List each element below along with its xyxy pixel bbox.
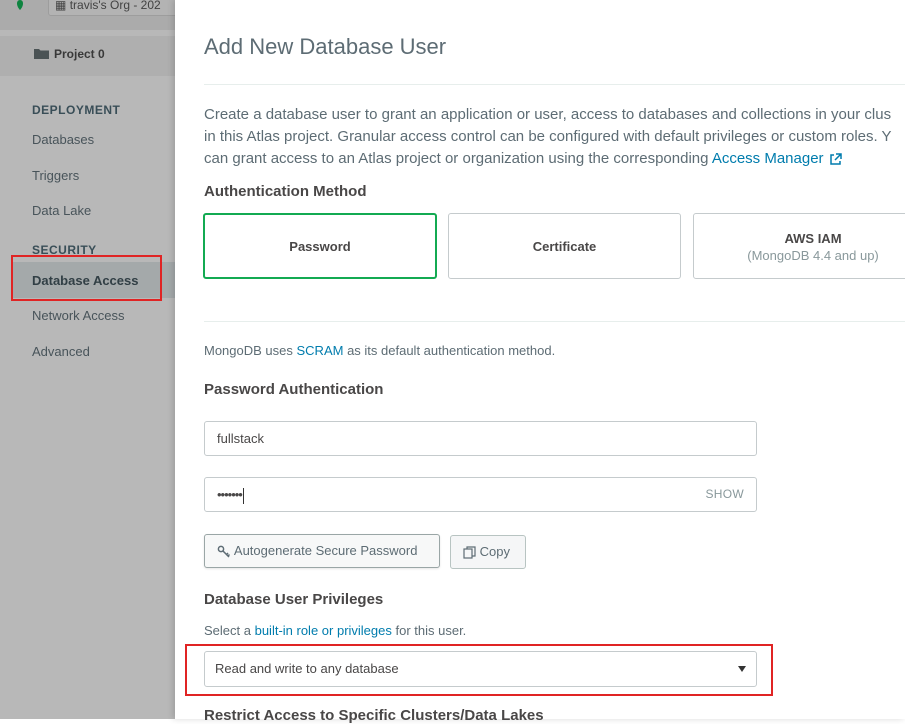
scram-note: MongoDB uses SCRAM as its default authen… (204, 343, 555, 358)
title-divider (204, 84, 905, 85)
autogenerate-password-button[interactable]: Autogenerate Secure Password (204, 534, 440, 568)
auth-divider (204, 321, 905, 322)
sidebar-item-databases[interactable]: Databases (32, 132, 94, 147)
external-link-icon (829, 152, 842, 165)
restrict-access-heading: Restrict Access to Specific Clusters/Dat… (204, 707, 544, 724)
description-line-2: in this Atlas project. Granular access c… (204, 128, 892, 145)
password-field[interactable]: ••••••• SHOW (204, 477, 757, 512)
folder-icon (34, 49, 49, 59)
deployment-heading: DEPLOYMENT (32, 103, 121, 117)
auth-option-password[interactable]: Password (203, 213, 437, 279)
org-selector-label: travis's Org - 202 (69, 0, 161, 12)
scram-note-suffix: as its default authentication method. (343, 343, 556, 358)
username-field[interactable]: fullstack (204, 421, 757, 456)
left-sidebar: ▦ travis's Org - 202 Project 0 DEPLOYMEN… (0, 0, 188, 719)
password-value: ••••••• (217, 487, 243, 502)
sidebar-item-network-access[interactable]: Network Access (32, 308, 124, 323)
auth-option-aws-iam-label: AWS IAM (784, 231, 842, 246)
auth-option-certificate-label: Certificate (532, 239, 597, 254)
auth-method-heading: Authentication Method (204, 183, 367, 200)
privileges-note-suffix: for this user. (391, 623, 467, 638)
access-manager-link[interactable]: Access Manager (712, 150, 843, 167)
description-line-3: can grant access to an Atlas project or … (204, 148, 905, 170)
sidebar-item-advanced[interactable]: Advanced (32, 344, 90, 359)
description-line-1: Create a database user to grant an appli… (204, 106, 892, 123)
built-in-role-link[interactable]: built-in role or privileges (255, 623, 392, 638)
sidebar-item-data-lake[interactable]: Data Lake (32, 203, 91, 218)
auth-option-password-label: Password (289, 239, 351, 254)
access-manager-link-label: Access Manager (711, 150, 824, 167)
mongodb-leaf-icon (17, 0, 23, 10)
top-bar: ▦ travis's Org - 202 (0, 0, 188, 30)
key-icon (217, 545, 231, 558)
sidebar-item-triggers[interactable]: Triggers (32, 168, 79, 183)
autogenerate-password-label: Autogenerate Secure Password (233, 543, 418, 558)
copy-password-label: Copy (479, 544, 510, 559)
auth-option-certificate[interactable]: Certificate (448, 213, 681, 279)
description-line-3-text: can grant access to an Atlas project or … (204, 150, 712, 167)
show-password-button[interactable]: SHOW (705, 478, 744, 511)
role-select-value: Read and write to any database (215, 661, 399, 676)
auth-option-aws-iam-sublabel: (MongoDB 4.4 and up) (747, 248, 879, 263)
org-selector[interactable]: ▦ travis's Org - 202 (48, 0, 188, 16)
modal-title: Add New Database User (204, 34, 447, 59)
add-user-modal: Add New Database User Create a database … (175, 0, 905, 724)
password-auth-heading: Password Authentication (204, 381, 384, 398)
project-label: Project 0 (54, 47, 105, 61)
sidebar-item-database-access[interactable]: Database Access (32, 273, 138, 288)
scram-link[interactable]: SCRAM (297, 343, 344, 358)
building-icon: ▦ (55, 0, 67, 12)
copy-icon (463, 546, 476, 559)
role-select[interactable]: Read and write to any database (204, 651, 757, 687)
privileges-note: Select a built-in role or privileges for… (204, 623, 466, 638)
scram-note-prefix: MongoDB uses (204, 343, 297, 358)
username-value: fullstack (217, 431, 264, 446)
privileges-heading: Database User Privileges (204, 591, 384, 608)
copy-password-button[interactable]: Copy (450, 535, 526, 569)
chevron-down-icon (738, 666, 746, 672)
modal-description: Create a database user to grant an appli… (204, 104, 905, 170)
privileges-note-prefix: Select a (204, 623, 255, 638)
security-heading: SECURITY (32, 243, 97, 257)
project-selector[interactable]: Project 0 (0, 36, 175, 76)
text-caret (242, 487, 244, 504)
auth-option-aws-iam[interactable]: AWS IAM (MongoDB 4.4 and up) (693, 213, 905, 279)
